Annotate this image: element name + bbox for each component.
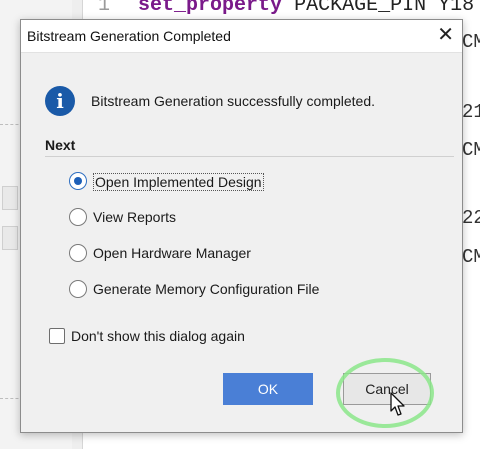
- option-label: View Reports: [93, 209, 177, 225]
- close-icon[interactable]: ✕: [437, 24, 454, 46]
- cursor-highlight-ring: [336, 358, 434, 428]
- panel-tab[interactable]: [2, 226, 18, 250]
- panel-tab[interactable]: [2, 186, 18, 210]
- dialog-titlebar[interactable]: Bitstream Generation Completed ✕: [21, 20, 462, 53]
- radio-button[interactable]: [69, 208, 87, 226]
- code-fragment: 21: [462, 101, 480, 123]
- radio-button-selected[interactable]: [69, 172, 87, 190]
- dialog-title: Bitstream Generation Completed: [27, 28, 231, 44]
- section-divider: [45, 156, 454, 157]
- line-number: 1: [98, 0, 111, 17]
- code-fragment: 22: [462, 207, 480, 229]
- radio-button[interactable]: [69, 280, 87, 298]
- status-message: Bitstream Generation successfully comple…: [91, 93, 376, 109]
- option-label: Open Implemented Design: [93, 173, 264, 191]
- option-label: Open Hardware Manager: [93, 245, 251, 261]
- checkbox-box[interactable]: [49, 328, 65, 344]
- radio-button[interactable]: [69, 244, 87, 262]
- info-icon: i: [45, 86, 75, 116]
- code-keyword: set_property: [138, 0, 283, 17]
- code-text: PACKAGE_PIN Y18: [282, 0, 475, 17]
- next-section-label: Next: [45, 137, 76, 153]
- ok-button[interactable]: OK: [223, 373, 313, 405]
- option-label: Generate Memory Configuration File: [93, 281, 320, 297]
- code-fragment: CM: [462, 31, 480, 53]
- code-fragment: CM: [462, 246, 480, 268]
- code-fragment: CM: [462, 139, 480, 161]
- code-line: 1 set_property PACKAGE_PIN Y18: [98, 0, 474, 17]
- checkbox-label: Don't show this dialog again: [71, 328, 245, 344]
- mouse-pointer-icon: [390, 392, 405, 416]
